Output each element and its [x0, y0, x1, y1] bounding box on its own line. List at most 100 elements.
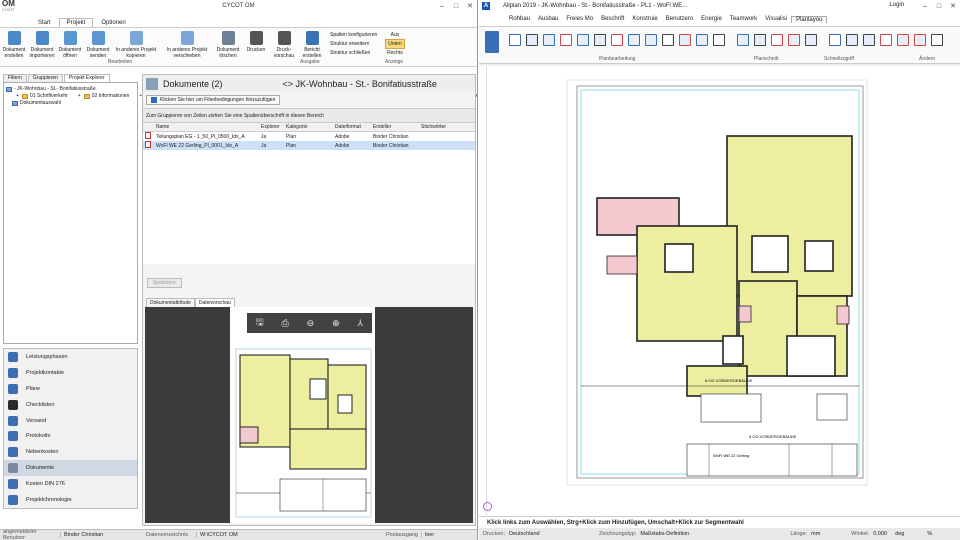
table-row[interactable]: Teilungsplan EG - 1_50_Pl_0500_Idx_A Ja Pl… — [143, 132, 475, 141]
nav-item[interactable]: Projektchronologie — [4, 492, 137, 508]
toolbar-tool-icon[interactable] — [829, 34, 841, 46]
toolbar-tool-icon[interactable] — [754, 34, 766, 46]
preview-right-toggle[interactable]: Rechts — [387, 49, 403, 57]
col-kategorie[interactable]: Kategorie — [286, 124, 335, 130]
allplan-tab[interactable]: Freies Mo — [562, 16, 597, 22]
tree-dokumentauswahl[interactable]: Dokumentauswahl — [6, 100, 135, 107]
col-stichwoerter[interactable]: Stichwörter — [421, 124, 446, 130]
toolbar-tool-icon[interactable] — [662, 34, 674, 46]
toolbar-tool-icon[interactable] — [628, 34, 640, 46]
allplan-tab[interactable]: Visualisi — [761, 16, 791, 22]
tab-optionen[interactable]: Optionen — [93, 18, 133, 27]
nav-item[interactable]: Projektkontakte — [4, 365, 137, 381]
tab-filtern[interactable]: Filtern — [3, 74, 27, 82]
col-ersteller[interactable]: Ersteller — [373, 124, 421, 130]
nav-item[interactable]: Dokumente — [4, 460, 137, 477]
allplan-tab[interactable]: Planlayou — [791, 15, 828, 23]
drucken-button[interactable]: Drucken — [242, 28, 270, 66]
allplan-tab[interactable]: Benutzero — [662, 16, 697, 22]
status-zeichnungstyp[interactable]: Maßstabs-Definition — [640, 531, 790, 537]
status-laenge[interactable]: mm — [811, 531, 851, 537]
toolbar-tool-icon[interactable] — [611, 34, 623, 46]
struktur-schliessen-button[interactable]: Struktur schließen — [330, 49, 377, 58]
toolbar-tool-icon[interactable] — [696, 34, 708, 46]
maximize-button[interactable]: □ — [449, 0, 463, 12]
toolbar-tool-icon[interactable] — [679, 34, 691, 46]
allplan-tab[interactable]: Teamwork — [726, 16, 761, 22]
nav-item[interactable]: Pläne — [4, 381, 137, 397]
dokument-importieren-button[interactable]: Dokument importieren — [28, 28, 56, 66]
allplan-tab[interactable]: Energie — [697, 16, 726, 22]
speichern-button[interactable]: Speichern — [147, 278, 182, 288]
nav-item[interactable]: Versand — [4, 413, 137, 429]
toolbar-tool-icon[interactable] — [805, 34, 817, 46]
close-button[interactable]: ✕ — [463, 0, 477, 12]
struktur-erweitern-button[interactable]: Struktur erweitern — [330, 40, 377, 49]
toolbar-tool-icon[interactable] — [788, 34, 800, 46]
status-land[interactable]: Deutschland — [509, 531, 599, 537]
status-winkel[interactable]: 0.000 — [873, 531, 895, 537]
spalten-konfigurieren-button[interactable]: Spalten konfigurieren — [330, 31, 377, 40]
dokument-erstellen-button[interactable]: Dokument erstellen — [0, 28, 28, 66]
tree-root[interactable]: - JK-Wohnbau - St.- Bonifatiusstraße — [6, 86, 135, 93]
nav-item[interactable]: Leistungsphasen — [4, 349, 137, 365]
dokument-loeschen-button[interactable]: Dokument löschen — [214, 28, 242, 66]
tree-item[interactable]: +02 Informationen — [68, 93, 129, 100]
nav-item[interactable]: Kosten DIN 276 — [4, 476, 137, 492]
toolbar-tool-icon[interactable] — [526, 34, 538, 46]
toolbar-tool-icon[interactable] — [880, 34, 892, 46]
tab-projekt[interactable]: Projekt — [58, 18, 94, 27]
allplan-tab[interactable]: Rohbau — [505, 16, 534, 22]
tab-dokumentattribute[interactable]: Dokumentattribute — [146, 298, 195, 307]
toolbar-tool-icon[interactable] — [846, 34, 858, 46]
tab-dateivorschau[interactable]: Dateivorschau — [194, 298, 235, 307]
tree-item[interactable]: +01 Schriftverkehr — [6, 93, 68, 100]
preview-off-toggle[interactable]: Aus — [391, 31, 400, 39]
col-explorer[interactable]: Explorer — [261, 124, 286, 130]
toolbar-tool-icon[interactable] — [509, 34, 521, 46]
druckvorschau-button[interactable]: Druck-vorschau — [270, 28, 298, 66]
toolbar-tool-icon[interactable] — [560, 34, 572, 46]
toolbar-tool-icon[interactable] — [737, 34, 749, 46]
verschieben-button[interactable]: In anderes Projekt verschieben — [160, 28, 214, 66]
nav-item[interactable]: Checklisten — [4, 397, 137, 413]
tab-gruppieren[interactable]: Gruppieren — [27, 74, 63, 82]
toolbar-tool-icon[interactable] — [863, 34, 875, 46]
dokument-oeffnen-button[interactable]: Dokument öffnen — [56, 28, 84, 66]
allplan-tab[interactable]: Beschrift — [597, 16, 628, 22]
toolbar-tool-icon[interactable] — [645, 34, 657, 46]
tab-start[interactable]: Start — [30, 18, 59, 27]
toolbar-tool-icon[interactable] — [713, 34, 725, 46]
save-icon[interactable]: 🖫 — [256, 315, 264, 331]
filter-button[interactable]: Klicken Sie hier um Filterbedingungen hi… — [146, 95, 281, 105]
toolbar-tool-icon[interactable] — [594, 34, 606, 46]
minimize-button[interactable]: – — [435, 0, 449, 12]
login-link[interactable]: Login — [889, 2, 904, 8]
status-user: Binder Christian — [60, 532, 140, 538]
allplan-tab[interactable]: Ausbau — [534, 16, 562, 22]
nav-item[interactable]: Nebenkosten — [4, 444, 137, 460]
col-name[interactable]: Name — [156, 124, 261, 130]
col-dateiformat[interactable]: Dateiformat — [335, 124, 373, 130]
group-anzeige: Anzeige — [385, 59, 404, 65]
property-palette-icon[interactable] — [485, 31, 499, 53]
pdf-icon[interactable]: ⅄ — [358, 318, 364, 329]
toolbar-tool-icon[interactable] — [543, 34, 555, 46]
nav-item[interactable]: Protokolle — [4, 428, 137, 444]
maximize-button[interactable]: □ — [932, 0, 946, 12]
zoom-in-icon[interactable]: ⊕ — [332, 318, 340, 329]
zoom-out-icon[interactable]: ⊖ — [307, 318, 315, 329]
allplan-tab[interactable]: Konstruie — [628, 16, 661, 22]
plan-canvas[interactable]: 6.OG VORDERGEBÄUDE 5.OG VORDERGEBÄUDE Wo… — [487, 66, 960, 516]
preview-bottom-toggle[interactable]: Unten — [385, 39, 405, 49]
toolbar-tool-icon[interactable] — [577, 34, 589, 46]
table-row[interactable]: WoFl WE 22 Gerling_Pl_0001_Idx_A Ja Plan Ad… — [143, 141, 475, 150]
toolbar-tool-icon[interactable] — [897, 34, 909, 46]
tab-projekt-explorer[interactable]: Projekt Explorer — [63, 74, 110, 82]
toolbar-tool-icon[interactable] — [914, 34, 926, 46]
toolbar-tool-icon[interactable] — [931, 34, 943, 46]
close-button[interactable]: ✕ — [946, 0, 960, 12]
minimize-button[interactable]: – — [918, 0, 932, 12]
printer-icon[interactable]: ⎙ — [282, 318, 289, 329]
toolbar-tool-icon[interactable] — [771, 34, 783, 46]
